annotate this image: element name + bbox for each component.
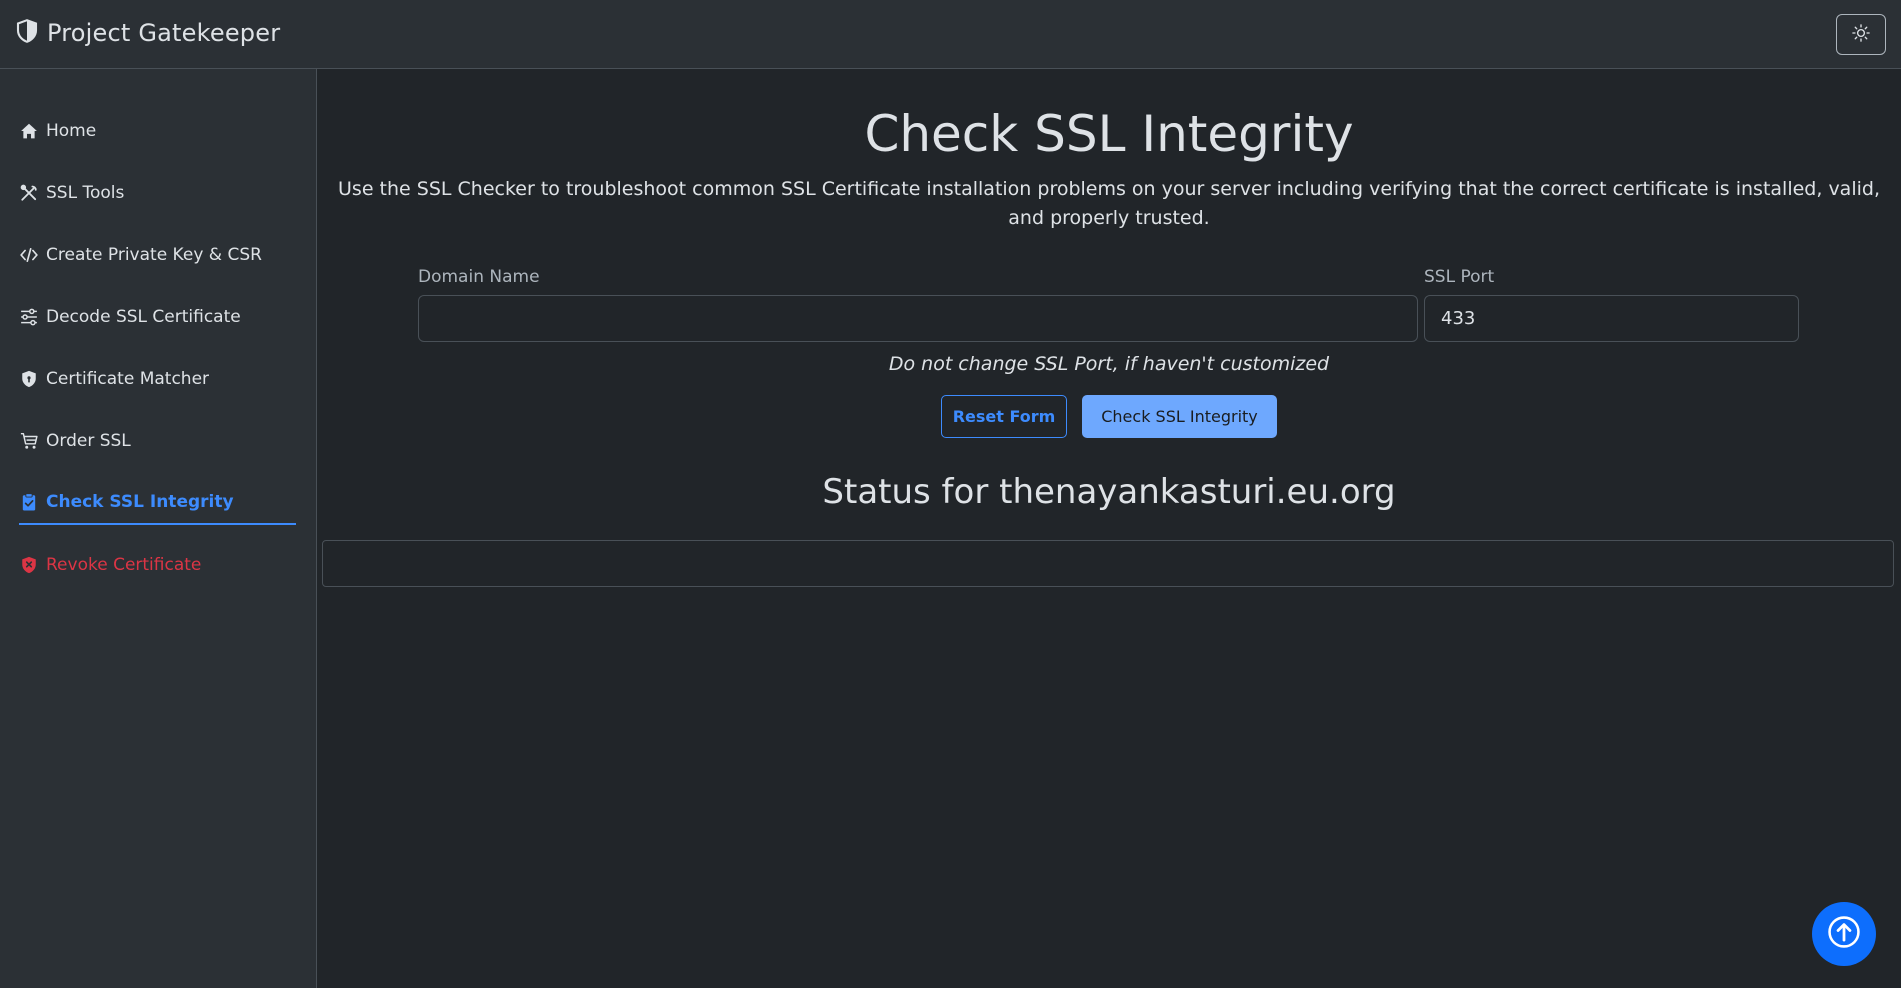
domain-name-input[interactable] [418, 295, 1418, 342]
sidebar-item-decode-certificate[interactable]: Decode SSL Certificate [19, 295, 296, 339]
shield-icon [19, 369, 39, 389]
ssl-port-label: SSL Port [1424, 267, 1495, 287]
sidebar-item-create-key-csr[interactable]: Create Private Key & CSR [19, 233, 296, 277]
main-content: Check SSL Integrity Use the SSL Checker … [317, 69, 1901, 988]
shield-x-icon [19, 555, 39, 575]
sun-icon [1852, 23, 1870, 46]
ssl-port-hint: Do not change SSL Port, if haven't custo… [888, 353, 1330, 375]
ssl-port-input[interactable] [1424, 295, 1799, 342]
clipboard-check-icon [19, 492, 39, 512]
reset-form-button[interactable]: Reset Form [941, 395, 1067, 438]
brand-title: Project Gatekeeper [47, 19, 281, 47]
domain-name-label: Domain Name [418, 267, 540, 287]
sidebar-item-label: Create Private Key & CSR [46, 245, 262, 265]
shield-half-icon [15, 18, 39, 48]
sidebar-item-label: Home [46, 121, 97, 141]
sidebar-item-label: Certificate Matcher [46, 369, 210, 389]
sidebar-item-ssl-tools[interactable]: SSL Tools [19, 171, 296, 215]
sidebar-item-label: Revoke Certificate [46, 555, 202, 575]
sliders-icon [19, 307, 39, 327]
sidebar-item-order-ssl[interactable]: Order SSL [19, 419, 296, 463]
check-ssl-integrity-button[interactable]: Check SSL Integrity [1082, 395, 1277, 438]
sidebar: Home SSL Tools Create Private Key & CSR … [0, 69, 317, 988]
sidebar-item-home[interactable]: Home [19, 109, 296, 153]
sidebar-item-label: Order SSL [46, 431, 131, 451]
status-result-box [322, 540, 1894, 587]
scroll-to-top-button[interactable] [1812, 902, 1876, 966]
sidebar-item-certificate-matcher[interactable]: Certificate Matcher [19, 357, 296, 401]
sidebar-item-revoke-certificate[interactable]: Revoke Certificate [19, 543, 296, 587]
page-description: Use the SSL Checker to troubleshoot comm… [338, 178, 1880, 229]
cart-icon [19, 431, 39, 451]
arrow-up-circle-icon [1827, 915, 1861, 953]
sidebar-item-check-ssl-integrity[interactable]: Check SSL Integrity [19, 481, 296, 525]
top-navbar: Project Gatekeeper [0, 0, 1901, 69]
sidebar-item-label: SSL Tools [46, 183, 125, 203]
code-icon [19, 245, 39, 265]
page-title: Check SSL Integrity [864, 105, 1354, 163]
sidebar-item-label: Check SSL Integrity [46, 492, 234, 512]
brand[interactable]: Project Gatekeeper [15, 18, 280, 48]
theme-toggle-button[interactable] [1836, 14, 1886, 55]
sidebar-item-label: Decode SSL Certificate [46, 307, 241, 327]
status-title: Status for thenayankasturi.eu.org [822, 472, 1396, 512]
home-icon [19, 121, 39, 141]
tools-icon [19, 183, 39, 203]
